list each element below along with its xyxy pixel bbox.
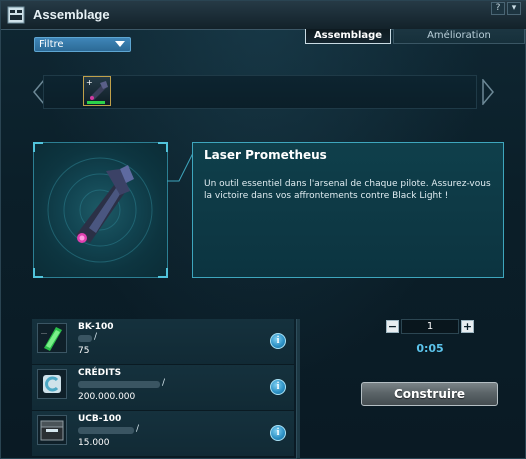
info-icon[interactable]: i	[270, 333, 286, 349]
ingredient-name: UCB-100	[78, 414, 122, 424]
minimize-button[interactable]: ▾	[507, 2, 521, 15]
redacted-owned-count	[78, 381, 160, 388]
carousel-right-arrow-icon[interactable]	[481, 79, 495, 105]
svg-text:+: +	[86, 78, 93, 87]
item-description-panel: Laser Prometheus Un outil essentiel dans…	[192, 142, 504, 278]
redacted-owned-count	[78, 427, 134, 434]
ingredient-name: CRÉDITS	[78, 368, 122, 378]
build-time: 0:05	[416, 342, 444, 355]
info-icon[interactable]: i	[270, 379, 286, 395]
assemblage-window: Assemblage ? ▾ Filtre Assemblage Amélior…	[0, 0, 526, 459]
build-button[interactable]: Construire	[361, 382, 498, 406]
ingredient-amount: 15.000	[78, 438, 110, 448]
info-icon[interactable]: i	[270, 425, 286, 441]
ingredient-amount: 200.000.000	[78, 392, 136, 402]
prometheus-laser-icon: +	[86, 78, 108, 104]
quantity-increase-button[interactable]: +	[461, 320, 474, 333]
redacted-owned-count	[78, 335, 92, 342]
window-title: Assemblage	[33, 7, 110, 22]
ingredient-row: CRÉDITS / 200.000.000 i	[32, 365, 294, 411]
ingredient-list-scrollbar[interactable]	[296, 319, 300, 459]
chevron-down-icon	[115, 41, 125, 47]
ingredient-row: … BK-100 / 75 i	[32, 319, 294, 365]
title-bar: Assemblage ? ▾	[1, 1, 526, 30]
tab-assemblage[interactable]: Assemblage	[305, 29, 391, 44]
item-description: Un outil essentiel dans l'arsenal de cha…	[204, 179, 491, 201]
help-button[interactable]: ?	[491, 2, 505, 15]
filter-dropdown[interactable]: Filtre	[34, 37, 131, 52]
connector-line	[167, 152, 194, 182]
item-name: Laser Prometheus	[204, 148, 327, 162]
tab-amelioration[interactable]: Amélioration	[393, 29, 525, 44]
bk100-green-card-icon: …	[37, 323, 67, 353]
slash-separator: /	[94, 332, 98, 342]
quantity-decrease-button[interactable]: −	[386, 320, 399, 333]
svg-text:…: …	[41, 329, 47, 336]
quantity-input[interactable]: 1	[401, 319, 459, 334]
item-preview	[33, 142, 168, 278]
assemblage-app-icon	[7, 6, 25, 24]
ingredient-row: UCB-100 / 15.000 i	[32, 411, 294, 457]
filter-label: Filtre	[39, 39, 64, 50]
slash-separator: /	[162, 378, 166, 388]
slash-separator: /	[136, 424, 140, 434]
ingredient-amount: 75	[78, 346, 90, 356]
prometheus-laser-icon	[47, 157, 153, 263]
ingredient-name: BK-100	[78, 322, 114, 332]
ucb100-ammo-box-icon	[37, 415, 67, 445]
carousel-item-slot[interactable]: +	[83, 76, 111, 106]
credits-icon	[37, 369, 67, 399]
